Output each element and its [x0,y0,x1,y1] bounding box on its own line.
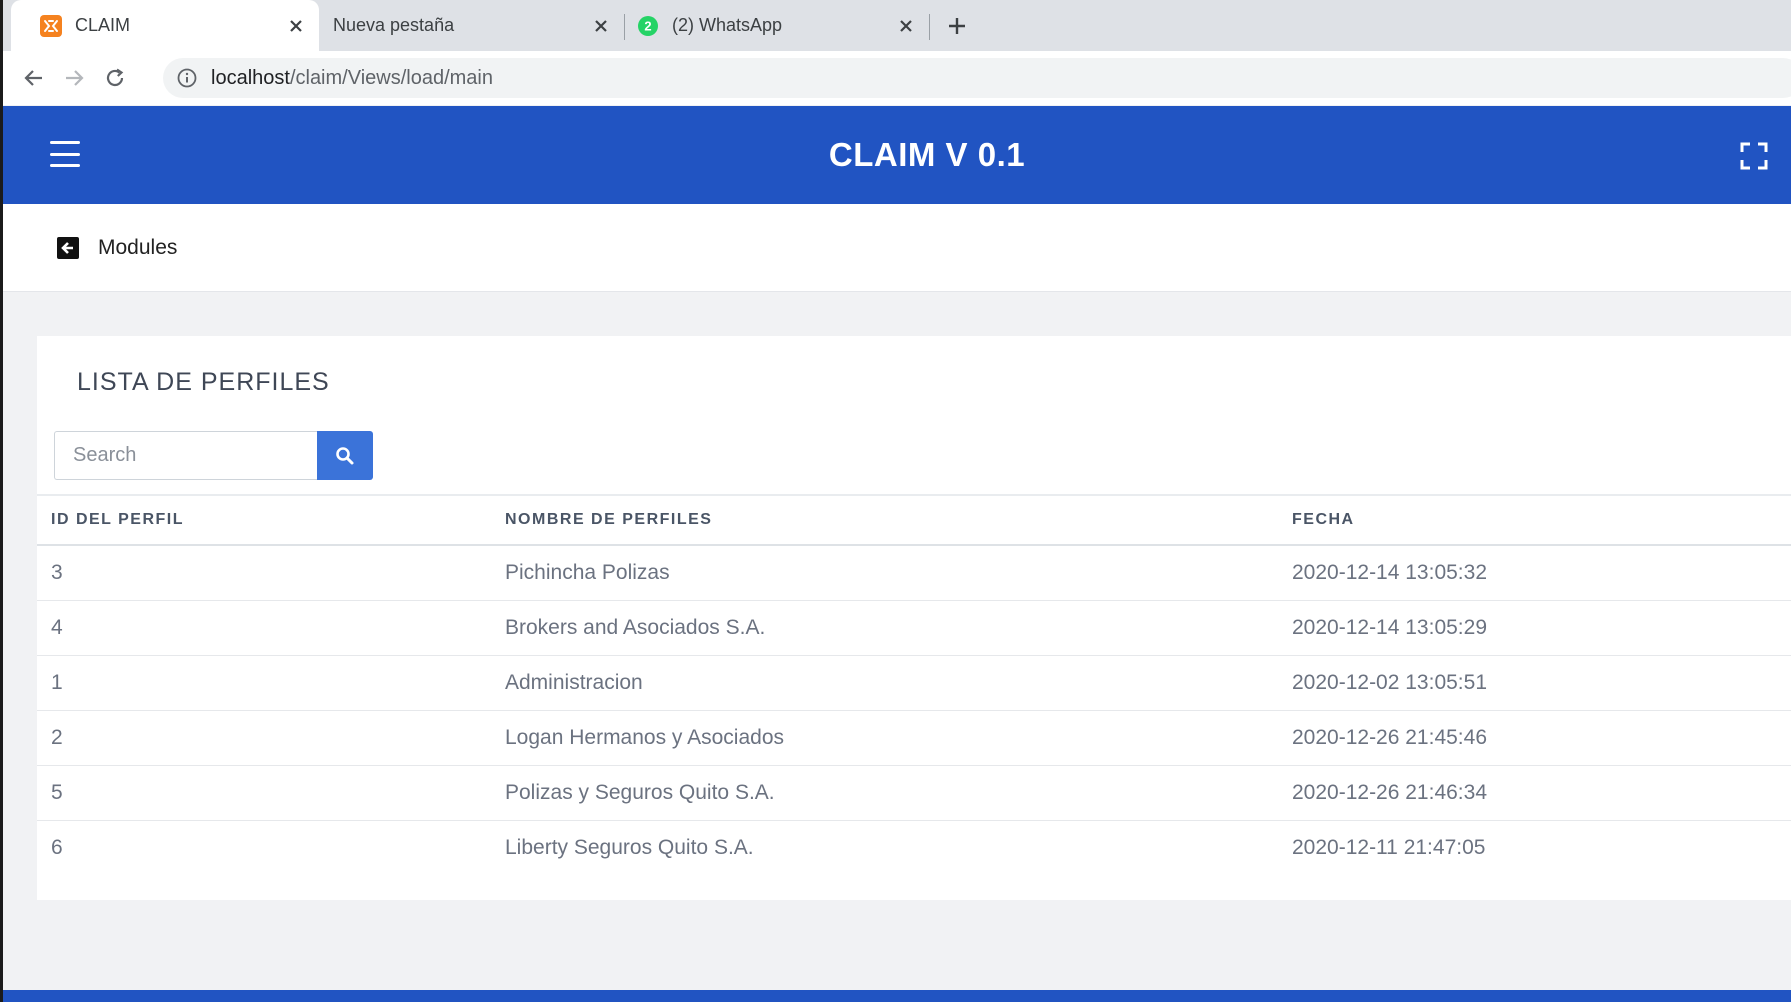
column-header-name[interactable]: NOMBRE DE PERFILES [505,494,1292,546]
search-icon [336,446,354,464]
cell-date: 2020-12-14 13:05:29 [1292,600,1791,656]
card-title: LISTA DE PERFILES [77,368,330,396]
cell-name: Administracion [505,655,1292,711]
back-arrow-icon[interactable] [57,237,79,259]
table-row[interactable]: 5 Polizas y Seguros Quito S.A. 2020-12-2… [37,765,1791,821]
cell-id: 1 [37,655,505,711]
address-bar[interactable]: localhost/claim/Views/load/main [163,58,1791,98]
tab-title: Nueva pestaña [333,15,455,35]
close-tab-icon[interactable] [589,14,613,38]
arrow-left-icon [24,70,42,86]
xampp-icon [40,14,62,37]
tab-claim[interactable]: CLAIM [11,0,319,51]
cell-name: Brokers and Asociados S.A. [505,600,1292,656]
cell-id: 5 [37,765,505,821]
back-button[interactable] [20,64,48,92]
cell-id: 3 [37,545,505,601]
arrow-right-icon [66,70,84,86]
new-tab-button[interactable] [943,12,971,40]
app-title: CLAIM V 0.1 [828,136,1026,173]
browser-window: CLAIM Nueva pestaña 2 (2) WhatsApp local… [3,0,1791,1002]
breadcrumb: Modules [3,204,1791,292]
cell-name: Logan Hermanos y Asociados [505,710,1292,766]
table-row[interactable]: 2 Logan Hermanos y Asociados 2020-12-26 … [37,710,1791,766]
cell-name: Liberty Seguros Quito S.A. [505,836,754,859]
tab-separator [929,14,930,40]
table-header-row: ID DEL PERFIL NOMBRE DE PERFILES FECHA [37,494,1791,546]
whatsapp-badge: 2 [644,18,651,33]
close-tab-icon[interactable] [894,14,918,38]
url-path: /claim/Views/load/main [289,66,493,89]
breadcrumb-modules-link[interactable]: Modules [98,236,177,260]
tab-title: (2) WhatsApp [672,15,783,35]
forward-button[interactable] [60,64,88,92]
cell-id: 4 [37,600,505,656]
tab-title: CLAIM [75,15,131,35]
app-header: CLAIM V 0.1 [3,106,1791,204]
cell-date: 2020-12-02 13:05:51 [1292,655,1791,711]
search-input[interactable] [54,431,317,480]
cell-name: Pichincha Polizas [505,545,1292,601]
footer-bar [3,990,1791,1002]
whatsapp-icon: 2 [637,15,659,37]
tab-strip: CLAIM Nueva pestaña 2 (2) WhatsApp [3,0,1791,51]
plus-icon [949,18,965,34]
search-group [54,431,373,480]
cell-date: 2020-12-14 13:05:32 [1292,545,1791,601]
browser-toolbar: localhost/claim/Views/load/main [3,51,1791,105]
info-icon[interactable] [175,66,199,90]
profiles-card: LISTA DE PERFILES ID DEL PERFIL NOMBRE D… [37,336,1791,900]
cell-name: Polizas y Seguros Quito S.A. [505,765,1292,821]
cell-date: 2020-12-11 21:47:05 [1292,836,1486,859]
url-host: localhost [211,66,290,89]
cell-id: 2 [37,710,505,766]
tab-whatsapp[interactable]: 2 (2) WhatsApp [625,0,929,51]
column-header-date[interactable]: FECHA [1292,494,1791,546]
search-button[interactable] [317,431,373,480]
close-tab-icon[interactable] [284,14,308,38]
profiles-table: ID DEL PERFIL NOMBRE DE PERFILES FECHA 3… [37,494,1791,875]
cell-date: 2020-12-26 21:45:46 [1292,710,1791,766]
fullscreen-icon[interactable] [1740,142,1768,170]
column-header-id[interactable]: ID DEL PERFIL [37,494,505,546]
tab-new-tab[interactable]: Nueva pestaña [319,0,624,51]
reload-button[interactable] [101,64,129,92]
url-text: localhost/claim/Views/load/main [211,67,493,90]
cell-id: 6 [51,836,63,859]
cell-date: 2020-12-26 21:46:34 [1292,765,1791,821]
table-row[interactable]: 4 Brokers and Asociados S.A. 2020-12-14 … [37,600,1791,656]
table-row[interactable]: 6 Liberty Seguros Quito S.A. 2020-12-11 … [37,821,1791,876]
table-row[interactable]: 1 Administracion 2020-12-02 13:05:51 [37,655,1791,711]
reload-icon [106,68,124,87]
table-row[interactable]: 3 Pichincha Polizas 2020-12-14 13:05:32 [37,545,1791,601]
